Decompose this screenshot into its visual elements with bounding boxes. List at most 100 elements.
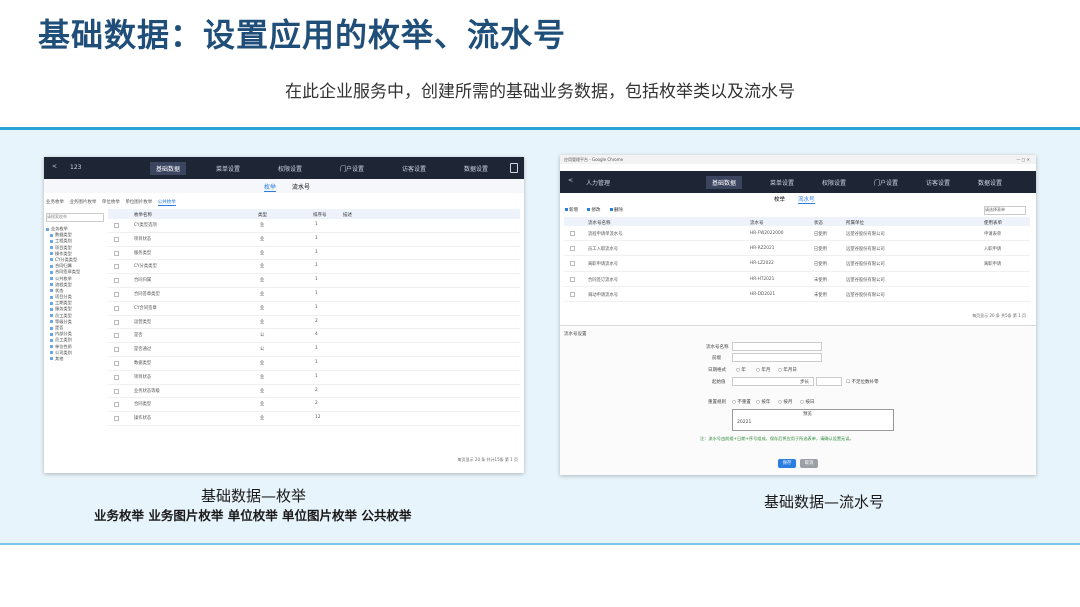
table-row[interactable]: 业务状态等级 业 2 [108,385,520,399]
row-checkbox[interactable] [570,231,575,236]
table-row[interactable]: 服务类型 业 1 [108,247,520,261]
tab-enum[interactable]: 枚举 [774,195,785,203]
date-opt-1[interactable]: ○ 年月 [756,367,770,373]
tab-serial[interactable]: 流水号 [292,182,310,191]
table-cell: 业 [260,291,265,297]
row-checkbox[interactable] [570,261,575,267]
row-checkbox[interactable] [114,374,119,380]
nav-menu-2[interactable]: 权限设置 [278,164,302,173]
toolbar: 新增 修改 删除 [565,207,631,213]
reset-opt-2[interactable]: ○ 按月 [778,399,792,405]
tab-serial[interactable]: 流水号 [798,195,815,204]
table-row[interactable]: 合同签章类型 业 1 [108,288,520,302]
trash-icon[interactable] [510,163,518,173]
serial-caption: 基础数据—流水号 [764,493,885,511]
nav-menu-1[interactable]: 菜单设置 [216,164,240,173]
row-checkbox[interactable] [114,305,119,311]
table-cell: 离职申请 [984,262,1002,268]
table-row[interactable]: 数据类型 业 1 [108,357,520,371]
subtab-2[interactable]: 单位枚举 [102,200,120,205]
row-checkbox[interactable] [114,236,119,242]
row-checkbox[interactable] [570,246,575,252]
serial-pager[interactable]: 每页显示 20 条 共5条 第 1 页 [972,313,1026,319]
nav-menu-2[interactable]: 权限设置 [822,178,846,187]
divider [560,325,1036,326]
nav-menu-4[interactable]: 访客设置 [926,178,950,187]
nav-menu-4[interactable]: 访客设置 [402,164,426,173]
subtab-3[interactable]: 单位图片枚举 [125,200,152,205]
enum-pager[interactable]: 每页显示 20 条 共计15条 第 1 页 [458,457,518,463]
row-checkbox[interactable] [114,278,119,284]
nav-menu-5[interactable]: 数据设置 [978,178,1002,187]
date-opt-0[interactable]: ○ 年 [736,367,746,373]
table-row[interactable]: 合同归属 业 1 [108,274,520,288]
prefix-input[interactable] [732,353,822,362]
reset-opt-0[interactable]: ○ 不重置 [732,399,751,405]
table-cell: 业 [260,402,265,408]
zero-pad-checkbox[interactable]: ☐ 不足位数补零 [846,379,878,385]
date-opt-2[interactable]: ○ 年月日 [778,367,797,373]
back-icon[interactable]: < [568,177,573,184]
row-checkbox[interactable] [114,360,119,366]
row-checkbox[interactable] [114,388,119,394]
row-checkbox[interactable] [114,319,119,325]
nav-menu-3[interactable]: 门户设置 [874,178,898,187]
subtab-0[interactable]: 业务枚举 [46,200,64,205]
table-row[interactable]: 员工入职流水号 HR-RZ2021 已使用 远望谷股份有限公司 入职申请 [564,241,1030,257]
tab-enum[interactable]: 枚举 [264,182,277,192]
form-filter-select[interactable]: 请选择表单 [984,206,1026,215]
row-checkbox[interactable] [114,347,119,353]
add-button[interactable]: 新增 [565,208,578,213]
row-checkbox[interactable] [570,276,575,282]
row-checkbox[interactable] [114,333,119,339]
delete-button[interactable]: 删除 [610,208,623,213]
table-cell: 离职申请流水号 [588,262,619,268]
tree-node[interactable]: 其他 [46,356,104,362]
table-row[interactable]: 合同签订流水号 HR-HT2021 未使用 远望谷股份有限公司 [564,272,1030,287]
table-cell: 业 [260,319,265,325]
table-row[interactable]: 项目状态 业 1 [108,233,520,247]
table-cell: 调动申请流水号 [588,292,619,298]
nav-menu-0[interactable]: 基础数据 [706,176,743,189]
table-row[interactable]: 是否 公 4 [108,329,520,344]
row-checkbox[interactable] [570,291,575,297]
table-row[interactable]: 运营类型 业 2 [108,316,520,330]
row-checkbox[interactable] [114,264,119,270]
table-cell: 员工入职流水号 [588,247,619,253]
table-row[interactable]: 流程申请单流水号 HR-FW2022000 已使用 远望谷股份有限公司 申请表单 [564,226,1030,242]
table-row[interactable]: CY合同签章 业 1 [108,302,520,316]
table-row[interactable]: 离职申请流水号 HR-LZ2022 已使用 远望谷股份有限公司 离职申请 [564,256,1030,272]
reset-opt-3[interactable]: ○ 按日 [800,399,814,405]
table-row[interactable]: 项目状态 业 1 [108,371,520,385]
nav-menu-3[interactable]: 门户设置 [340,164,364,173]
window-controls[interactable]: — ▢ ✕ [1016,157,1030,162]
subtab-4[interactable]: 公共枚举 [157,200,176,206]
table-cell: 1 [315,249,318,255]
row-checkbox[interactable] [114,416,119,422]
table-row[interactable]: 操作状态 业 12 [108,412,520,426]
subtab-1[interactable]: 业务图片枚举 [69,200,96,205]
row-checkbox[interactable] [114,250,119,256]
save-button[interactable]: 保存 [778,459,796,468]
table-row[interactable]: CY类型选项 业 1 [108,219,520,233]
name-input[interactable] [732,342,822,351]
table-row[interactable]: CY分类类型 业 1 [108,260,520,275]
back-icon[interactable]: < [52,163,57,170]
table-cell: 2 [315,401,318,407]
nav-menu-1[interactable]: 菜单设置 [770,178,794,187]
name-label: 流水号名称 [706,345,729,350]
nav-menu-0[interactable]: 基础数据 [150,162,187,175]
cancel-button[interactable]: 取消 [800,459,818,468]
edit-button[interactable]: 修改 [587,208,600,213]
row-checkbox[interactable] [114,402,119,408]
step-input[interactable] [816,377,842,386]
tree-search-input[interactable]: 请搜索枚举 [46,213,104,222]
table-row[interactable]: 合同类型 业 2 [108,398,520,413]
table-cell: HR-RZ2021 [750,246,775,252]
row-checkbox[interactable] [114,223,119,228]
table-row[interactable]: 是否通过 公 1 [108,343,520,357]
row-checkbox[interactable] [114,291,119,297]
table-row[interactable]: 调动申请流水号 HR-DD2021 未使用 远望谷股份有限公司 [564,287,1030,302]
nav-menu-5[interactable]: 数据设置 [464,164,488,173]
reset-opt-1[interactable]: ○ 按年 [756,399,770,405]
